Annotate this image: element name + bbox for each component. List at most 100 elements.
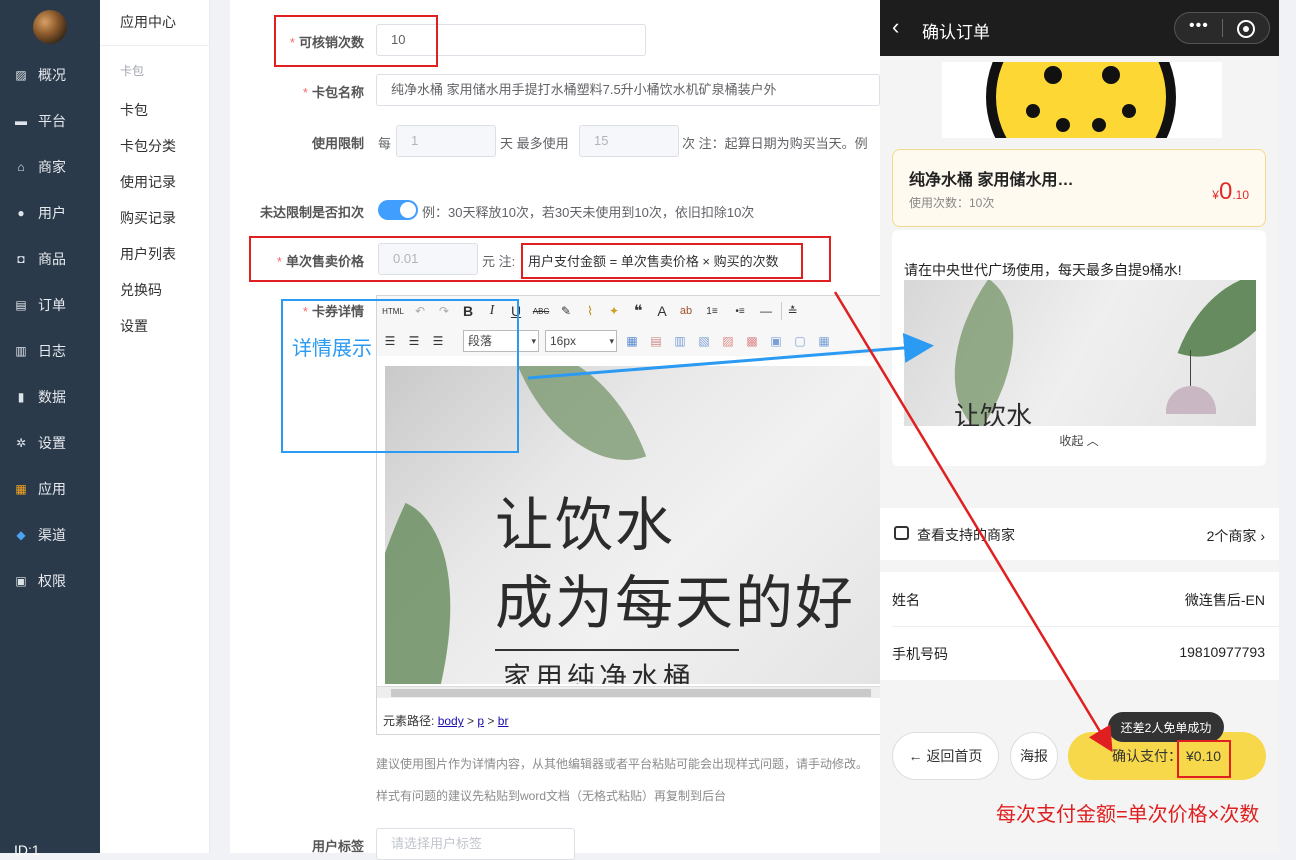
subnav-group: 卡包 — [120, 64, 145, 78]
phone-header: ‹ 确认订单 ••• — [880, 0, 1279, 56]
phone-preview: ‹ 确认订单 ••• 纯净水桶 家用储水用… 使用次数：10次 ¥0.10 请在… — [880, 0, 1279, 853]
highlight-price-note — [521, 243, 803, 279]
detail-show-annotation: 详情展示 — [292, 338, 372, 360]
strikethrough-icon[interactable]: ABC — [531, 302, 551, 320]
highlight-icon[interactable]: ab — [677, 302, 695, 320]
subnav-item-category[interactable]: 卡包分类 — [120, 136, 176, 156]
card-name-input[interactable]: 纯净水桶 家用储水用手提打水桶塑料7.5升小桶饮水机矿泉桶装户外 — [376, 74, 880, 106]
store-icon: ⌂ — [17, 160, 25, 174]
sidebar-item-5[interactable]: ▤ 订单 — [0, 282, 100, 328]
bag-icon: ◘ — [17, 252, 25, 266]
usage-mid-text: 天 最多使用 — [500, 136, 569, 151]
sidebar-item-10[interactable]: ◆ 渠道 — [0, 512, 100, 558]
sidebar-item-2[interactable]: ⌂ 商家 — [0, 144, 100, 190]
subnav-item-users[interactable]: 用户列表 — [120, 244, 176, 264]
sidebar-item-label: 数据 — [38, 389, 66, 405]
chevron-right-icon: › — [1260, 528, 1265, 544]
quote-icon[interactable]: ❝ — [629, 302, 647, 320]
usage-max-input[interactable]: 15 — [579, 125, 679, 157]
lamp-decoration — [1166, 386, 1216, 414]
split-row-icon[interactable]: ▦ — [815, 332, 833, 350]
subnav-item-card[interactable]: 卡包 — [120, 100, 148, 120]
line-height-icon[interactable]: ≛ — [781, 302, 799, 320]
description-card: 请在中央世代广场使用，每天最多自提9桶水! 让饮水 收起 ︿ — [892, 230, 1266, 466]
divider — [1222, 19, 1223, 37]
description-text: 请在中央世代广场使用，每天最多自提9桶水! — [904, 262, 1182, 278]
horizontal-scrollbar[interactable] — [377, 686, 880, 698]
book-icon: ▥ — [15, 344, 27, 358]
sidebar-item-1[interactable]: ▬ 平台 — [0, 98, 100, 144]
ordered-list-icon[interactable]: 1≡ — [701, 302, 723, 320]
merchant-row[interactable]: 查看支持的商家 2个商家 › — [880, 508, 1279, 560]
row-insert-icon[interactable]: ▥ — [671, 332, 689, 350]
col-delete-icon[interactable]: ▩ — [743, 332, 761, 350]
sidebar-item-label: 日志 — [38, 343, 66, 359]
divider — [892, 626, 1279, 627]
description-image-text: 让饮水 — [954, 401, 1033, 426]
font-size-select[interactable]: 16px ▾ — [545, 330, 617, 352]
collapse-button[interactable]: 收起 ︿ — [892, 432, 1266, 449]
usage-prefix: 每 — [378, 136, 392, 151]
deduct-toggle[interactable] — [378, 200, 418, 220]
product-card: 纯净水桶 家用储水用… 使用次数：10次 ¥0.10 — [892, 149, 1266, 227]
back-home-button[interactable]: ← 返回首页 — [892, 732, 999, 780]
sidebar-item-label: 概况 — [38, 67, 66, 83]
sidebar-item-label: 平台 — [38, 113, 66, 129]
col-insert-icon[interactable]: ▨ — [719, 332, 737, 350]
sidebar-item-8[interactable]: ✲ 设置 — [0, 420, 100, 466]
usage-days-input[interactable]: 1 — [396, 125, 496, 157]
image-headline-2: 成为每天的好 — [495, 571, 856, 636]
more-icon[interactable]: ••• — [1189, 17, 1209, 35]
sidebar-item-4[interactable]: ◘ 商品 — [0, 236, 100, 282]
path-p-link[interactable]: p — [477, 714, 484, 728]
poster-button[interactable]: 海报 — [1010, 732, 1058, 780]
table-insert-icon[interactable]: ▤ — [647, 332, 665, 350]
horizontal-rule-icon[interactable]: — — [757, 302, 775, 320]
highlight-pay-amount — [1177, 740, 1231, 778]
magic-icon[interactable]: ✦ — [605, 302, 623, 320]
row-delete-icon[interactable]: ▧ — [695, 332, 713, 350]
user-icon: ● — [17, 206, 25, 220]
sidebar-item-label: 商品 — [38, 251, 66, 267]
format-brush-icon[interactable]: ⌇ — [581, 302, 599, 320]
sidebar-item-label: 应用 — [38, 481, 66, 497]
sidebar-item-0[interactable]: ▨ 概况 — [0, 52, 100, 98]
name-label: 姓名 — [892, 592, 920, 608]
subnav-item-purchase[interactable]: 购买记录 — [120, 208, 176, 228]
bar-icon: ▮ — [17, 390, 25, 404]
sidebar-item-11[interactable]: ▣ 权限 — [0, 558, 100, 604]
avatar[interactable] — [33, 10, 67, 44]
lock-icon: ▣ — [15, 574, 27, 588]
subnav-item-codes[interactable]: 兑换码 — [120, 280, 162, 300]
back-icon[interactable]: ‹ — [892, 14, 899, 40]
sidebar-item-label: 渠道 — [38, 527, 66, 543]
user-tag-select[interactable]: 请选择用户标签 — [376, 828, 575, 860]
mini-program-capsule[interactable]: ••• — [1174, 12, 1270, 44]
subnav-item-settings[interactable]: 设置 — [120, 316, 148, 336]
smiley-icon — [986, 62, 1176, 138]
subnav-title: 应用中心 — [120, 14, 176, 30]
phone-label: 手机号码 — [892, 646, 948, 662]
split-cells-icon[interactable]: ▢ — [791, 332, 809, 350]
close-icon[interactable] — [1237, 20, 1255, 38]
font-color-icon[interactable]: A — [653, 302, 671, 320]
usage-count: 使用次数：10次 — [909, 196, 995, 210]
sidebar-item-6[interactable]: ▥ 日志 — [0, 328, 100, 374]
subnav-item-usage[interactable]: 使用记录 — [120, 172, 176, 192]
divider — [495, 649, 739, 651]
unordered-list-icon[interactable]: •≡ — [729, 302, 751, 320]
path-body-link[interactable]: body — [438, 714, 464, 728]
main-sidebar: ▨ 概况 ▬ 平台 ⌂ 商家 ● 用户 ◘ 商品 ▤ 订单 ▥ 日志 ▮ 数据 ✲ 设置 ▦ 应用 ◆ 渠道 ▣ 权限 ID:… — [0, 0, 100, 858]
chevron-down-icon: ▾ — [609, 336, 614, 346]
sidebar-item-3[interactable]: ● 用户 — [0, 190, 100, 236]
sidebar-item-7[interactable]: ▮ 数据 — [0, 374, 100, 420]
path-br-link[interactable]: br — [498, 714, 509, 728]
product-name: 纯净水桶 家用储水用… — [909, 172, 1074, 189]
merge-cells-icon[interactable]: ▣ — [767, 332, 785, 350]
table-icon[interactable]: ▦ — [623, 332, 641, 350]
sidebar-item-9[interactable]: ▦ 应用 — [0, 466, 100, 512]
highlight-verify-times — [274, 15, 438, 67]
deduct-label: 未达限制是否扣次 — [259, 205, 364, 220]
eraser-icon[interactable]: ✎ — [557, 302, 575, 320]
card-name-label: * 卡包名称 — [302, 85, 364, 100]
